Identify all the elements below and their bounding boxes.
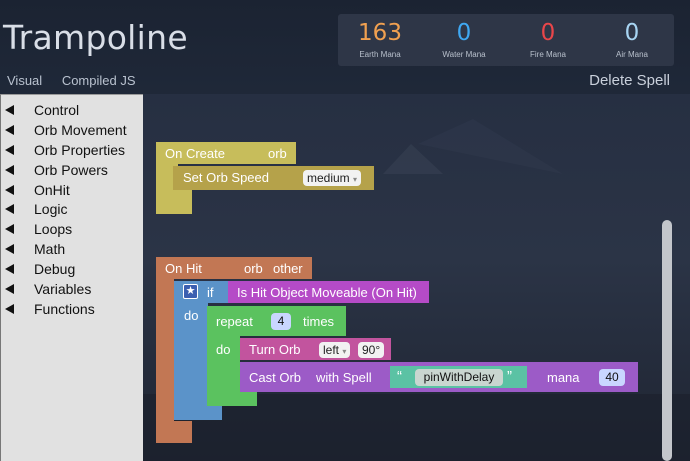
collapse-arrow-icon xyxy=(5,144,14,155)
cast-mana-input[interactable]: 40 xyxy=(599,369,625,386)
collapse-arrow-icon xyxy=(5,184,14,195)
toolbox: Control Orb Movement Orb Properties Orb … xyxy=(0,94,143,461)
orb-speed-dropdown[interactable]: medium ▾ xyxy=(303,170,362,186)
collapse-arrow-icon xyxy=(5,124,14,135)
fire-mana: 0 Fire Mana xyxy=(506,14,590,66)
collapse-arrow-icon xyxy=(5,204,14,215)
cast-with-spell-label: with Spell xyxy=(316,370,372,385)
spell-name-input[interactable]: pinWithDelay xyxy=(415,369,503,386)
toolbox-math[interactable]: Math xyxy=(1,239,143,259)
collapse-arrow-icon xyxy=(5,164,14,175)
turn-orb-label: Turn Orb xyxy=(249,342,301,357)
toolbox-debug[interactable]: Debug xyxy=(1,259,143,279)
water-mana-label: Water Mana xyxy=(442,50,486,59)
on-hit-param-orb: orb xyxy=(244,261,263,276)
toolbox-onhit[interactable]: OnHit xyxy=(1,180,143,200)
if-label: if xyxy=(207,285,214,300)
toolbox-control[interactable]: Control xyxy=(1,100,143,120)
app-title: Trampoline xyxy=(3,18,188,57)
view-tabs: Visual Compiled JS xyxy=(7,73,152,88)
repeat-count-input[interactable]: 4 xyxy=(271,313,291,330)
block-workspace[interactable]: On Create orb Set Orb Speed medium ▾ On … xyxy=(143,94,690,461)
toolbox-orb-movement[interactable]: Orb Movement xyxy=(1,120,143,140)
open-quote-icon: “ xyxy=(397,368,402,385)
cast-mana-label: mana xyxy=(547,370,580,385)
toolbox-functions[interactable]: Functions xyxy=(1,299,143,319)
collapse-arrow-icon xyxy=(5,303,14,314)
delete-spell-button[interactable]: Delete Spell xyxy=(589,72,670,89)
repeat-label: repeat xyxy=(216,314,253,329)
fire-mana-label: Fire Mana xyxy=(529,50,566,59)
dropdown-arrow-icon: ▾ xyxy=(353,175,358,184)
set-orb-speed-label: Set Orb Speed xyxy=(183,170,269,185)
collapse-arrow-icon xyxy=(5,104,14,115)
if-do-label: do xyxy=(184,308,199,323)
collapse-arrow-icon xyxy=(5,224,14,235)
earth-mana-value: 163 xyxy=(358,20,402,46)
is-hit-label: Is Hit Object Moveable (On Hit) xyxy=(237,285,417,300)
toolbox-variables[interactable]: Variables xyxy=(1,279,143,299)
collapse-arrow-icon xyxy=(5,283,14,294)
air-mana: 0 Air Mana xyxy=(590,14,674,66)
earth-mana: 163 Earth Mana xyxy=(338,14,422,66)
tab-visual[interactable]: Visual xyxy=(7,73,42,88)
on-hit-label: On Hit xyxy=(165,261,202,276)
turn-angle-input[interactable]: 90° xyxy=(358,342,385,358)
air-mana-value: 0 xyxy=(624,20,640,46)
earth-mana-label: Earth Mana xyxy=(359,50,401,59)
turn-direction-dropdown[interactable]: left ▾ xyxy=(319,342,351,358)
toolbox-loops[interactable]: Loops xyxy=(1,219,143,239)
tab-compiled-js[interactable]: Compiled JS xyxy=(62,73,136,88)
collapse-arrow-icon xyxy=(5,264,14,275)
close-quote-icon: ” xyxy=(507,368,512,385)
on-create-label: On Create xyxy=(165,146,225,161)
repeat-times-label: times xyxy=(303,314,335,329)
air-mana-label: Air Mana xyxy=(615,50,648,59)
water-mana-value: 0 xyxy=(456,20,472,46)
star-gear-icon[interactable]: ★ xyxy=(183,284,198,299)
workspace-scrollbar[interactable] xyxy=(662,220,672,461)
repeat-do-label: do xyxy=(216,342,231,357)
toolbox-orb-powers[interactable]: Orb Powers xyxy=(1,160,143,180)
fire-mana-value: 0 xyxy=(540,20,556,46)
mana-panel: 163 Earth Mana 0 Water Mana 0 Fire Mana … xyxy=(338,14,674,66)
water-mana: 0 Water Mana xyxy=(422,14,506,66)
on-hit-param-other: other xyxy=(273,261,303,276)
toolbox-logic[interactable]: Logic xyxy=(1,199,143,219)
on-create-param: orb xyxy=(268,146,287,161)
collapse-arrow-icon xyxy=(5,244,14,255)
cast-orb-label: Cast Orb xyxy=(249,370,302,385)
dropdown-arrow-icon: ▾ xyxy=(342,347,347,356)
toolbox-orb-properties[interactable]: Orb Properties xyxy=(1,140,143,160)
